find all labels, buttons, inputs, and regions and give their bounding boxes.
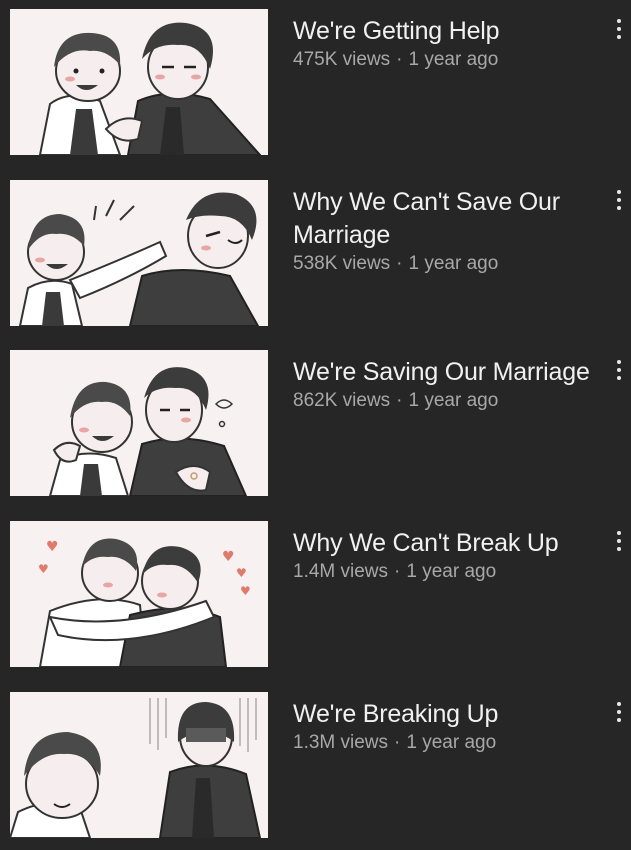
video-thumbnail[interactable]: [10, 9, 268, 155]
video-item[interactable]: We're Saving Our Marriage 862K views · 1 y…: [0, 350, 631, 500]
meta-separator: ·: [394, 561, 401, 582]
video-title[interactable]: Why We Can't Break Up: [293, 527, 611, 560]
view-count: 1.4M views: [293, 561, 389, 582]
upload-age: 1 year ago: [406, 732, 497, 753]
video-info: We're Saving Our Marriage 862K views · 1 y…: [293, 356, 611, 413]
more-options-icon[interactable]: [614, 360, 624, 386]
view-count: 862K views: [293, 390, 391, 411]
video-meta: 862K views · 1 year ago: [293, 389, 611, 413]
video-meta: 1.4M views · 1 year ago: [293, 560, 611, 584]
view-count: 1.3M views: [293, 732, 389, 753]
video-thumbnail[interactable]: [10, 692, 268, 838]
video-item[interactable]: We're Getting Help 475K views · 1 year ago: [0, 9, 631, 159]
video-info: We're Breaking Up 1.3M views · 1 year ago: [293, 698, 611, 755]
upload-age: 1 year ago: [406, 561, 497, 582]
video-meta: 538K views · 1 year ago: [293, 252, 611, 276]
video-list: We're Getting Help 475K views · 1 year ago: [0, 0, 631, 850]
upload-age: 1 year ago: [408, 49, 499, 70]
meta-separator: ·: [396, 390, 403, 411]
video-info: We're Getting Help 475K views · 1 year ago: [293, 15, 611, 72]
video-title[interactable]: Why We Can't Save Our Marriage: [293, 186, 611, 252]
more-options-icon[interactable]: [614, 190, 624, 216]
view-count: 538K views: [293, 253, 391, 274]
upload-age: 1 year ago: [408, 390, 499, 411]
video-info: Why We Can't Save Our Marriage 538K view…: [293, 186, 611, 276]
svg-text:♥: ♥: [222, 549, 235, 565]
meta-separator: ·: [396, 49, 403, 70]
more-options-icon[interactable]: [614, 531, 624, 557]
video-title[interactable]: We're Breaking Up: [293, 698, 611, 731]
video-meta: 1.3M views · 1 year ago: [293, 731, 611, 755]
video-info: Why We Can't Break Up 1.4M views · 1 year …: [293, 527, 611, 584]
video-item[interactable]: We're Breaking Up 1.3M views · 1 year ago: [0, 692, 631, 842]
video-item[interactable]: ♥ ♥ ♥ ♥ ♥ Why We Can't Break Up 1.4M vie…: [0, 521, 631, 671]
video-title[interactable]: We're Saving Our Marriage: [293, 356, 611, 389]
view-count: 475K views: [293, 49, 391, 70]
svg-text:♥: ♥: [240, 584, 251, 598]
video-thumbnail[interactable]: [10, 350, 268, 496]
meta-separator: ·: [394, 732, 401, 753]
meta-separator: ·: [396, 253, 403, 274]
video-item[interactable]: Why We Can't Save Our Marriage 538K view…: [0, 180, 631, 330]
video-title[interactable]: We're Getting Help: [293, 15, 611, 48]
more-options-icon[interactable]: [614, 702, 624, 728]
video-meta: 475K views · 1 year ago: [293, 48, 611, 72]
video-thumbnail[interactable]: ♥ ♥ ♥ ♥ ♥: [10, 521, 268, 667]
video-thumbnail[interactable]: [10, 180, 268, 326]
svg-text:♥: ♥: [46, 539, 59, 555]
svg-text:♥: ♥: [38, 562, 49, 576]
svg-text:♥: ♥: [236, 566, 247, 580]
upload-age: 1 year ago: [408, 253, 499, 274]
more-options-icon[interactable]: [614, 19, 624, 45]
